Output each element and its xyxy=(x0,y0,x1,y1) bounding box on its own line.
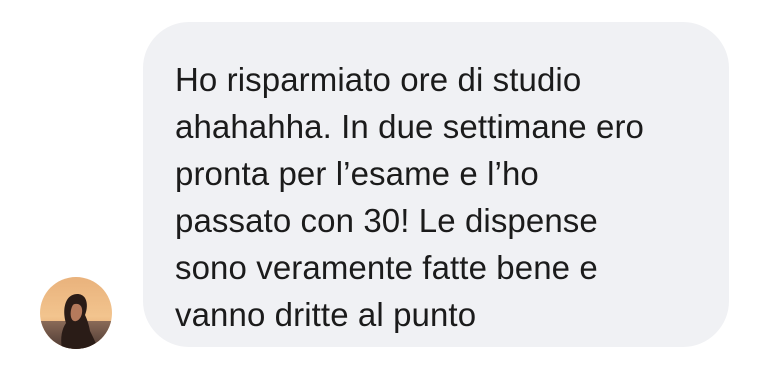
message-bubble[interactable]: Ho risparmiato ore di studio ahahahha. I… xyxy=(143,22,729,347)
message-row: Ho risparmiato ore di studio ahahahha. I… xyxy=(0,0,760,368)
sender-avatar[interactable] xyxy=(40,277,112,349)
profile-photo-icon xyxy=(40,277,112,349)
message-text: Ho risparmiato ore di studio ahahahha. I… xyxy=(175,61,645,333)
